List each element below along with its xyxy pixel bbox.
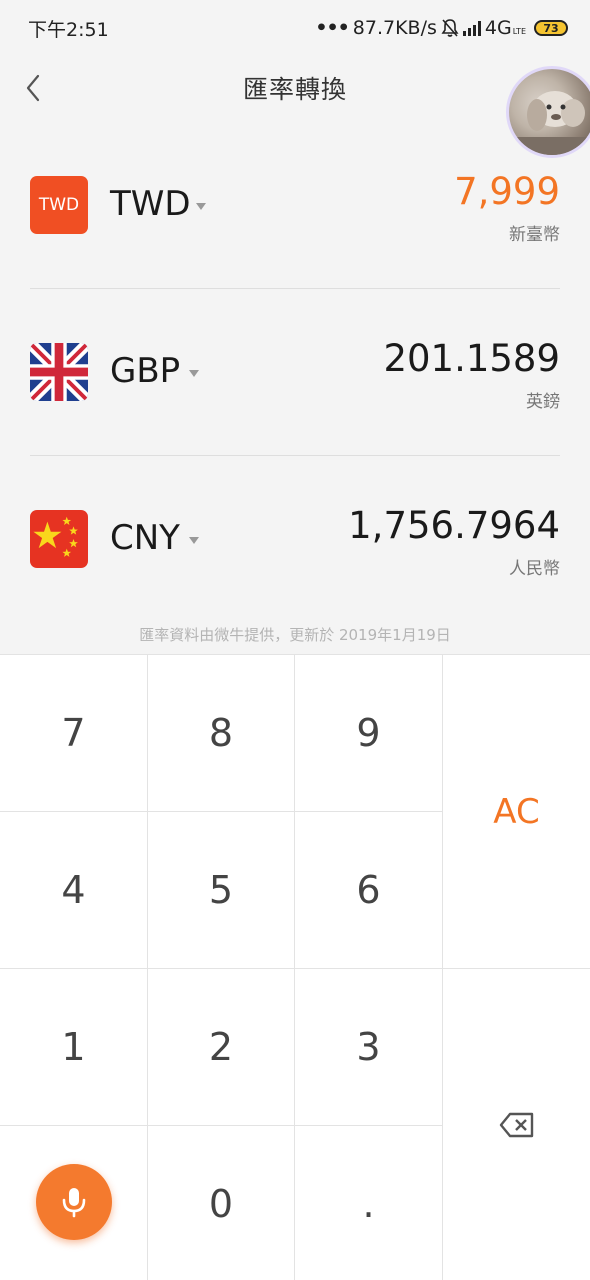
- status-dots: •••: [315, 17, 349, 39]
- rate-source-note: 匯率資料由微牛提供，更新於 2019年1月19日: [139, 626, 451, 644]
- battery-level: 73: [543, 21, 559, 35]
- currency-name-twd: 新臺幣: [509, 225, 560, 245]
- currency-code-twd[interactable]: TWD: [110, 184, 191, 224]
- key-0[interactable]: 0: [148, 1126, 294, 1280]
- currency-name-cny: 人民幣: [509, 559, 560, 579]
- grid-line: [0, 811, 442, 812]
- key-3[interactable]: 3: [295, 969, 442, 1125]
- key-5[interactable]: 5: [148, 812, 294, 968]
- caret-down-icon[interactable]: [189, 537, 199, 544]
- network-type: 4G: [484, 17, 512, 39]
- voice-input-button[interactable]: [36, 1164, 112, 1240]
- bell-muted-icon: [441, 19, 459, 37]
- currency-row-twd[interactable]: TWD TWD 7,999 新臺幣: [30, 170, 560, 343]
- key-8[interactable]: 8: [148, 655, 294, 811]
- key-1[interactable]: 1: [0, 969, 147, 1125]
- backspace-button[interactable]: [443, 969, 590, 1280]
- china-flag-icon: [30, 510, 88, 568]
- currency-code-gbp[interactable]: GBP: [110, 351, 180, 391]
- key-2[interactable]: 2: [148, 969, 294, 1125]
- amount-gbp[interactable]: 201.1589: [383, 337, 560, 380]
- battery-icon: 73: [534, 20, 568, 36]
- clear-button[interactable]: AC: [443, 655, 590, 968]
- amount-twd[interactable]: 7,999: [454, 170, 560, 213]
- key-9[interactable]: 9: [295, 655, 442, 811]
- signal-icon: [462, 20, 481, 36]
- row-divider: [30, 288, 560, 289]
- status-icons: ••• 87.7KB/s 4G LTE 73: [315, 17, 568, 39]
- currency-row-cny[interactable]: CNY 1,756.7964 人民幣: [30, 504, 560, 677]
- microphone-icon: [62, 1188, 86, 1218]
- key-6[interactable]: 6: [295, 812, 442, 968]
- key-4[interactable]: 4: [0, 812, 147, 968]
- grid-line: [0, 1125, 442, 1126]
- avatar[interactable]: [506, 66, 590, 158]
- network-speed: 87.7KB/s: [352, 17, 437, 39]
- currency-code-cny[interactable]: CNY: [110, 518, 180, 558]
- page-title: 匯率轉換: [242, 75, 347, 104]
- uk-flag-icon: [30, 343, 88, 401]
- row-divider: [30, 455, 560, 456]
- amount-cny[interactable]: 1,756.7964: [348, 504, 560, 547]
- currency-name-gbp: 英鎊: [526, 392, 560, 412]
- twd-flag-icon: TWD: [30, 176, 88, 234]
- status-bar: 下午2:51 ••• 87.7KB/s 4G LTE 73: [0, 0, 590, 56]
- currency-row-gbp[interactable]: GBP 201.1589 英鎊: [30, 337, 560, 510]
- grid-line: [0, 968, 590, 969]
- caret-down-icon[interactable]: [189, 370, 199, 377]
- network-sub: LTE: [512, 27, 526, 36]
- key-7[interactable]: 7: [0, 655, 147, 811]
- twd-flag-label: TWD: [38, 195, 80, 215]
- avatar-image: [509, 91, 590, 155]
- status-time: 下午2:51: [28, 18, 109, 41]
- key-decimal[interactable]: .: [295, 1126, 442, 1280]
- backspace-icon: [499, 1112, 533, 1138]
- caret-down-icon[interactable]: [196, 203, 206, 210]
- title-bar: 匯率轉換: [0, 56, 590, 120]
